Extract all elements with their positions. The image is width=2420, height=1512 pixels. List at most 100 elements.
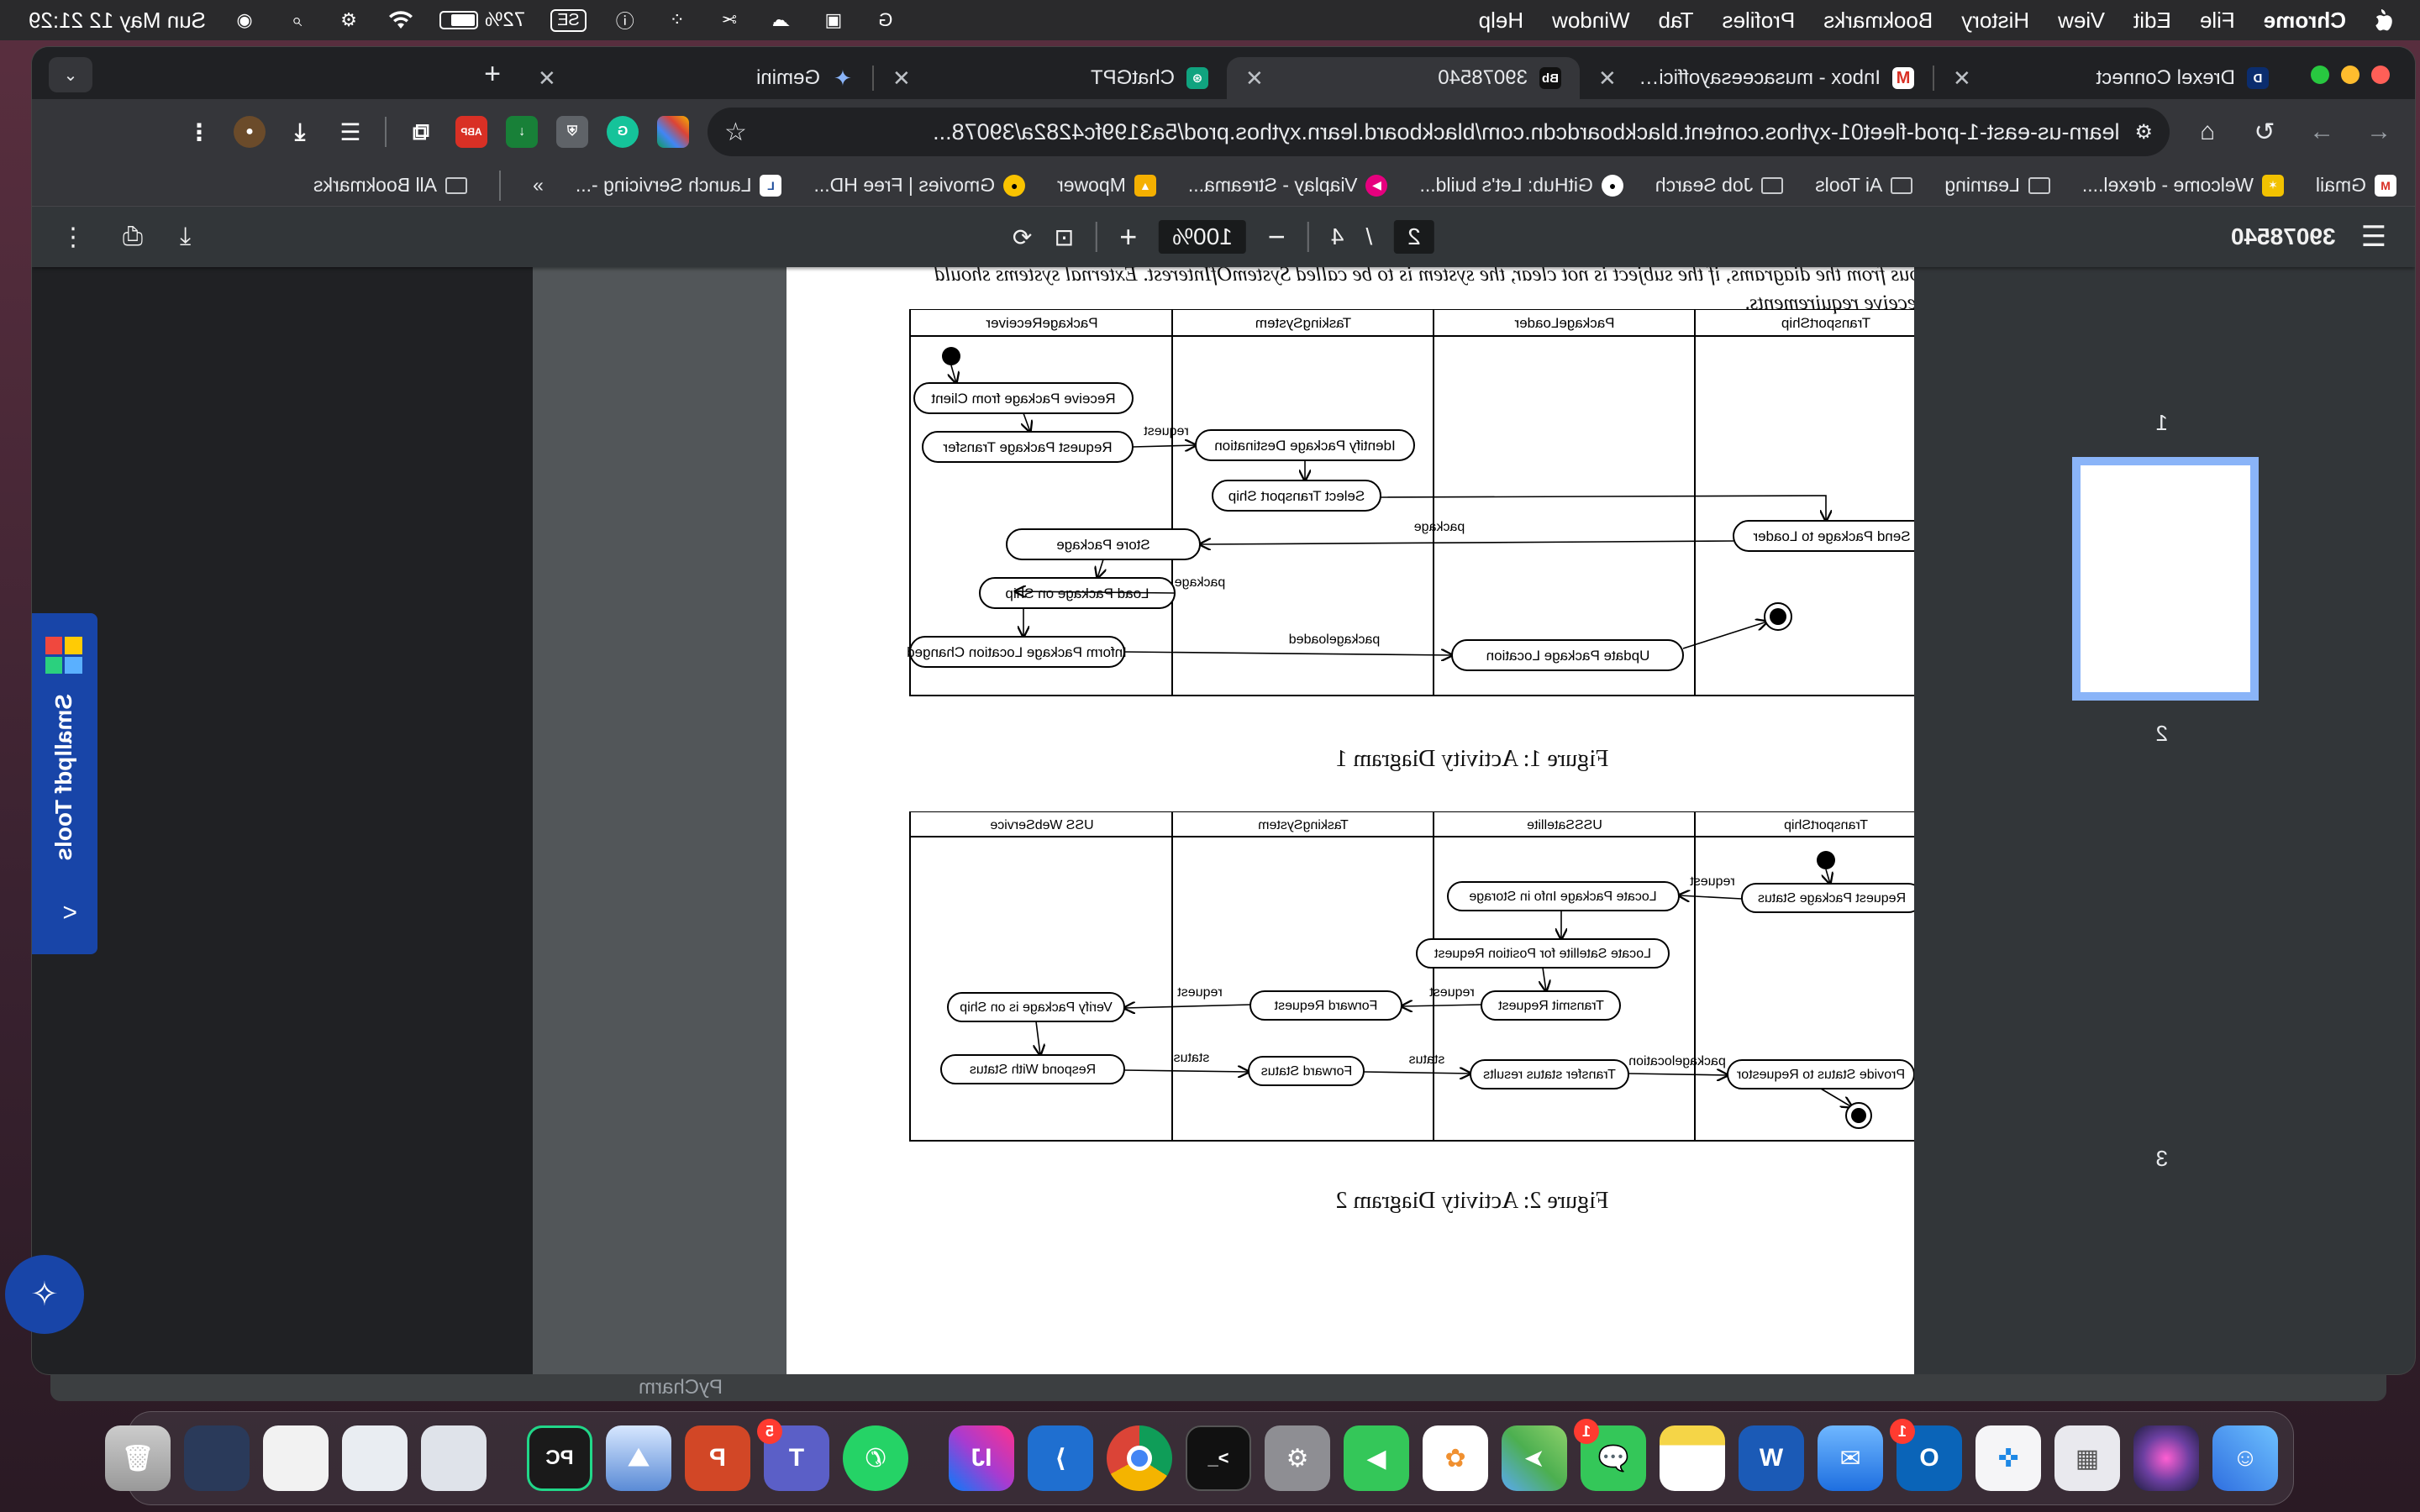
whatsapp-icon[interactable]: ✆ xyxy=(843,1425,908,1491)
teams-icon[interactable]: T5 xyxy=(757,1419,829,1491)
menu-view[interactable]: View xyxy=(2058,8,2105,34)
download-icon[interactable]: ⤓ xyxy=(180,223,191,251)
bookmarks-overflow-button[interactable]: » xyxy=(533,174,544,197)
bookmark-gmovies[interactable]: ● Gmovies | Free HD... xyxy=(813,174,1026,197)
apple-icon[interactable] xyxy=(2375,8,2396,33)
chrome-menu-icon[interactable]: ⋮ xyxy=(183,116,215,148)
wifi-icon[interactable] xyxy=(387,9,414,31)
zoom-window-button[interactable] xyxy=(2311,66,2329,84)
input-source-badge[interactable]: SE xyxy=(550,8,587,32)
smallpdf-tools-tab[interactable]: Smallpdf Tools < xyxy=(32,613,97,954)
page-number-input[interactable]: 2 xyxy=(1394,220,1434,254)
tab-gemini[interactable]: ✦ Gemini ✕ xyxy=(519,57,872,99)
cloud-status-icon[interactable]: ☁ xyxy=(768,9,795,31)
menu-edit[interactable]: Edit xyxy=(2133,8,2171,34)
colorful-extension-icon[interactable] xyxy=(657,116,689,148)
zoom-level-input[interactable]: 100% xyxy=(1159,220,1246,254)
magic-wand-button[interactable]: ✧ xyxy=(5,1255,84,1334)
notes-icon[interactable] xyxy=(1660,1425,1725,1491)
close-tab-icon[interactable]: ✕ xyxy=(892,66,911,92)
menu-history[interactable]: History xyxy=(1961,8,2029,34)
profile-avatar[interactable]: ● xyxy=(234,116,266,148)
close-tab-icon[interactable]: ✕ xyxy=(1598,66,1617,92)
more-actions-icon[interactable]: ⋮ xyxy=(60,223,86,252)
bookmark-folder-ai-tools[interactable]: Ai Tools xyxy=(1815,174,1913,197)
launchpad-icon[interactable]: ▦ xyxy=(2054,1425,2120,1491)
mail-icon[interactable]: ✉ xyxy=(1818,1425,1883,1491)
recent-window-thumbnail[interactable] xyxy=(421,1425,487,1491)
site-info-icon[interactable]: ⚙ xyxy=(2134,120,2153,144)
tab-search-button[interactable]: ⌄ xyxy=(49,57,92,92)
bookmark-viaplay[interactable]: ▶ Viaplay - Streama... xyxy=(1188,174,1388,197)
recent-window-thumbnail[interactable] xyxy=(263,1425,329,1491)
outlook-icon[interactable]: O1 xyxy=(1890,1419,1962,1491)
terminal-icon[interactable]: >_ xyxy=(1186,1425,1251,1491)
bookmark-drexel-welcome[interactable]: ✶ Welcome - drexel.... xyxy=(2082,174,2284,197)
bookmark-mpower[interactable]: ▲ Mpower xyxy=(1057,174,1156,197)
bookmark-folder-job-search[interactable]: Job Search xyxy=(1655,174,1784,197)
chrome-icon[interactable] xyxy=(1107,1425,1172,1491)
tools-status-icon[interactable]: ✂ xyxy=(716,9,743,31)
siri-menubar-icon[interactable]: ◉ xyxy=(231,9,258,31)
back-button[interactable]: ← xyxy=(2360,113,2398,151)
all-bookmarks-folder[interactable]: All Bookmarks xyxy=(313,174,468,197)
system-settings-icon[interactable]: ⚙ xyxy=(1265,1425,1330,1491)
download-green-icon[interactable]: ↓ xyxy=(506,116,538,148)
facetime-icon[interactable]: ▶ xyxy=(1344,1425,1409,1491)
messages-icon[interactable]: 💬 1 xyxy=(1574,1419,1646,1491)
menu-tab[interactable]: Tab xyxy=(1659,8,1694,34)
menu-datetime[interactable]: Sun May 12 21:29 xyxy=(29,8,206,34)
menu-bookmarks[interactable]: Bookmarks xyxy=(1823,8,1933,34)
powerpoint-icon[interactable]: P xyxy=(685,1425,750,1491)
menu-file[interactable]: File xyxy=(2200,8,2235,34)
close-tab-icon[interactable]: ✕ xyxy=(1245,66,1264,92)
adblock-plus-icon[interactable]: ABP xyxy=(455,116,487,148)
siri-icon[interactable] xyxy=(2133,1425,2199,1491)
close-tab-icon[interactable]: ✕ xyxy=(538,66,556,92)
bookmark-github[interactable]: ● GitHub: Let's build... xyxy=(1419,174,1623,197)
pycharm-icon[interactable]: PC xyxy=(527,1425,592,1491)
background-pycharm-window[interactable]: PyCharm xyxy=(50,1374,2386,1401)
menu-help[interactable]: Help xyxy=(1479,8,1523,34)
chevron-left-icon[interactable]: < xyxy=(62,899,77,927)
address-bar[interactable]: ⚙ learn-us-east-1-prod-fleet01-xythos.co… xyxy=(708,108,2170,156)
forward-button[interactable]: → xyxy=(2302,113,2341,151)
reading-list-icon[interactable]: ☰ xyxy=(334,116,366,148)
dots-status-icon[interactable]: ⁘ xyxy=(664,9,691,31)
maps-icon[interactable]: ➤ xyxy=(1502,1425,1567,1491)
tab-drexel-connect[interactable]: D Drexel Connect ✕ xyxy=(1934,57,2287,99)
accessibility-icon[interactable]: ⓘ xyxy=(612,9,639,32)
bookmark-launch-servicing[interactable]: L Launch Servicing -... xyxy=(576,174,782,197)
intellij-icon[interactable]: IJ xyxy=(949,1425,1014,1491)
rotate-icon[interactable]: ⟲ xyxy=(1013,223,1032,251)
recent-window-thumbnail[interactable] xyxy=(184,1425,250,1491)
fit-page-icon[interactable]: ⊡ xyxy=(1055,223,1074,251)
app-name-menu[interactable]: Chrome xyxy=(2264,8,2346,34)
extensions-puzzle-icon[interactable]: ⧉ xyxy=(405,116,437,148)
bookmark-folder-learning[interactable]: Learning xyxy=(1944,174,2050,197)
finder-icon[interactable]: ☺ xyxy=(2212,1425,2278,1491)
grammarly-icon[interactable]: G xyxy=(607,116,639,148)
url-text[interactable]: learn-us-east-1-prod-fleet01-xythos.cont… xyxy=(762,119,2119,145)
minimize-window-button[interactable] xyxy=(2341,66,2360,84)
reload-button[interactable]: ↻ xyxy=(2245,113,2284,151)
grammarly-status-icon[interactable]: G xyxy=(872,9,899,31)
camera-status-icon[interactable]: ▣ xyxy=(820,9,847,31)
safari-icon[interactable]: ✜ xyxy=(1975,1425,2041,1491)
tab-blackboard-pdf[interactable]: Bb 39078540 ✕ xyxy=(1227,57,1580,99)
zoom-in-button[interactable]: + xyxy=(1119,219,1137,255)
shield-extension-icon[interactable]: ⛨ xyxy=(556,116,588,148)
bookmark-star-icon[interactable]: ☆ xyxy=(724,118,747,147)
control-center-icon[interactable]: ⚙ xyxy=(335,9,362,31)
tab-gmail-inbox[interactable]: M Inbox - musaceesayofficial@ ✕ xyxy=(1580,57,1933,99)
recent-window-thumbnail[interactable] xyxy=(342,1425,408,1491)
close-window-button[interactable] xyxy=(2371,66,2390,84)
zoom-out-button[interactable]: − xyxy=(1268,219,1286,255)
new-tab-button[interactable]: + xyxy=(466,58,519,99)
pdf-menu-icon[interactable]: ☰ xyxy=(2361,220,2386,254)
menu-profiles[interactable]: Profiles xyxy=(1722,8,1795,34)
tab-chatgpt[interactable]: ⊛ ChatGPT ✕ xyxy=(874,57,1227,99)
vscode-icon[interactable]: ⟩ xyxy=(1028,1425,1093,1491)
downloads-icon[interactable]: ⤓ xyxy=(284,116,316,148)
home-button[interactable]: ⌂ xyxy=(2188,113,2227,151)
